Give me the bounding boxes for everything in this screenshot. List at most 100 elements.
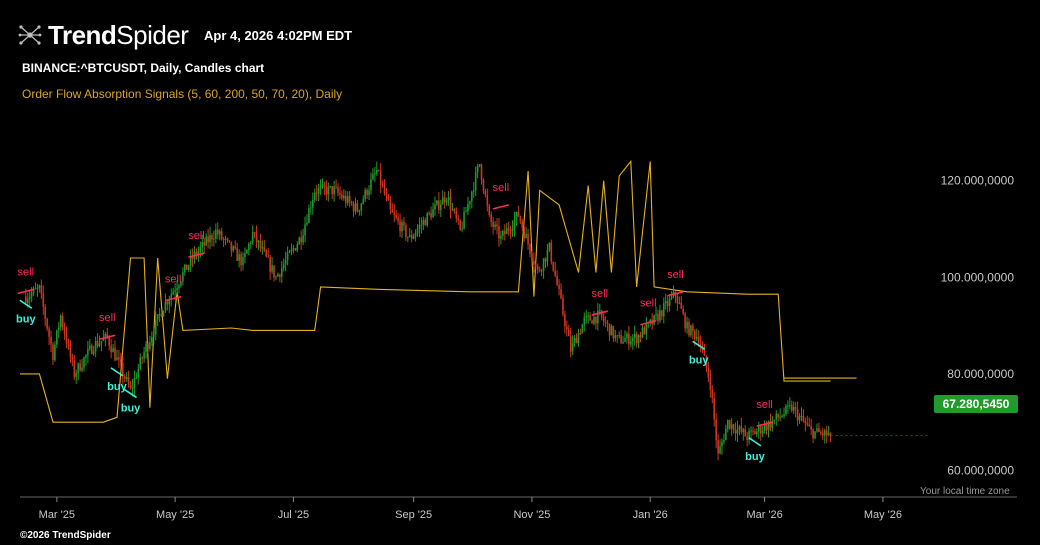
candle-body <box>185 264 188 270</box>
candle-body <box>28 296 31 300</box>
candle-body <box>628 333 630 345</box>
candle-body <box>120 359 122 363</box>
candle-body <box>327 186 330 195</box>
candle-body <box>624 338 626 342</box>
candle-body <box>38 285 41 289</box>
candle-body <box>535 264 537 266</box>
candle-body <box>176 288 178 291</box>
candle-body <box>564 314 566 327</box>
candle-body <box>376 170 378 174</box>
candle-body <box>726 420 729 429</box>
timezone-label[interactable]: Your local time zone <box>920 486 1010 497</box>
candle-body <box>728 420 731 429</box>
candle-body <box>730 424 733 429</box>
candle-body <box>246 249 248 254</box>
candle-body <box>608 323 611 336</box>
candle-body <box>282 264 285 269</box>
candle-body <box>503 231 506 235</box>
signal-markers: sell buy sell buy buy sell sell sell sell sell sel… <box>16 182 773 463</box>
candle-body <box>255 232 258 243</box>
candle-body <box>589 315 591 321</box>
candle-body <box>474 172 477 191</box>
candle-body <box>500 235 502 239</box>
candle-body <box>346 196 349 204</box>
candle-body <box>331 186 333 195</box>
candle-body <box>533 260 535 265</box>
candle-body <box>403 222 405 226</box>
candle-body <box>79 363 81 371</box>
candle-body <box>121 362 124 377</box>
candle-body <box>420 224 423 226</box>
candle-body <box>329 186 332 188</box>
candle-body <box>164 301 167 312</box>
candle-body <box>486 195 489 206</box>
candle-body <box>137 368 140 378</box>
candle-body <box>352 203 355 212</box>
candle-body <box>465 211 467 213</box>
y-tick-label: 60.000,0000 <box>947 463 1014 477</box>
candle-body <box>492 221 494 227</box>
candle-body <box>343 195 345 199</box>
candle-body <box>166 301 169 305</box>
candle-body <box>116 357 118 361</box>
candle-body <box>129 384 132 388</box>
candle-body <box>271 265 273 272</box>
candle-body <box>310 207 312 209</box>
candle-body <box>172 291 174 295</box>
candle-body <box>585 315 588 318</box>
x-tick-label: Sep '25 <box>395 509 432 521</box>
candle-body <box>794 407 797 409</box>
candle-body <box>825 430 828 436</box>
candle-body <box>348 196 351 202</box>
candle-body <box>317 188 320 194</box>
candle-body <box>77 363 79 374</box>
candle-body <box>800 415 803 417</box>
candle-body <box>123 376 126 379</box>
candle-body <box>785 405 787 415</box>
candle-body <box>484 190 487 196</box>
candle-body <box>139 357 142 369</box>
candle-body <box>75 373 78 377</box>
candle-body <box>118 357 120 360</box>
candle-body <box>426 213 429 226</box>
candle-body <box>711 389 714 399</box>
candle-body <box>447 196 450 201</box>
x-tick-label: Jul '25 <box>278 509 309 521</box>
candle-body <box>796 408 799 421</box>
candle-body <box>156 314 159 320</box>
candle-body <box>459 220 461 230</box>
candle-body <box>715 419 717 441</box>
candle-body <box>269 257 271 272</box>
candle-body <box>820 432 822 434</box>
candle-body <box>583 317 586 325</box>
candle-body <box>449 196 452 210</box>
candle-body <box>73 360 76 377</box>
candle-body <box>684 313 686 329</box>
candle-body <box>112 348 114 353</box>
candle-body <box>494 224 496 227</box>
candle-body <box>519 216 522 222</box>
candle-body <box>434 204 436 210</box>
candle-body <box>273 265 275 278</box>
candle-body <box>414 233 417 237</box>
candle-body <box>461 228 463 230</box>
y-tick-label: 120.000,0000 <box>941 174 1015 188</box>
candle-body <box>822 432 824 436</box>
candle-body <box>418 225 421 229</box>
candle-body <box>812 429 814 439</box>
candle-body <box>98 343 101 347</box>
candle-body <box>765 424 768 431</box>
indicator-line <box>20 159 857 423</box>
candle-body <box>783 414 785 417</box>
candle-body <box>362 199 365 204</box>
candle-body <box>432 209 434 218</box>
candle-body <box>734 430 737 434</box>
candle-body <box>263 247 266 251</box>
candle-body <box>182 272 184 282</box>
price-chart[interactable]: sell buy sell buy buy sell sell sell sell sell sel… <box>0 0 1040 545</box>
sell-signal-mark <box>492 204 510 210</box>
buy-signal-label: buy <box>121 403 141 415</box>
candle-body <box>96 340 99 347</box>
candle-body <box>577 332 580 344</box>
candle-body <box>410 235 413 239</box>
